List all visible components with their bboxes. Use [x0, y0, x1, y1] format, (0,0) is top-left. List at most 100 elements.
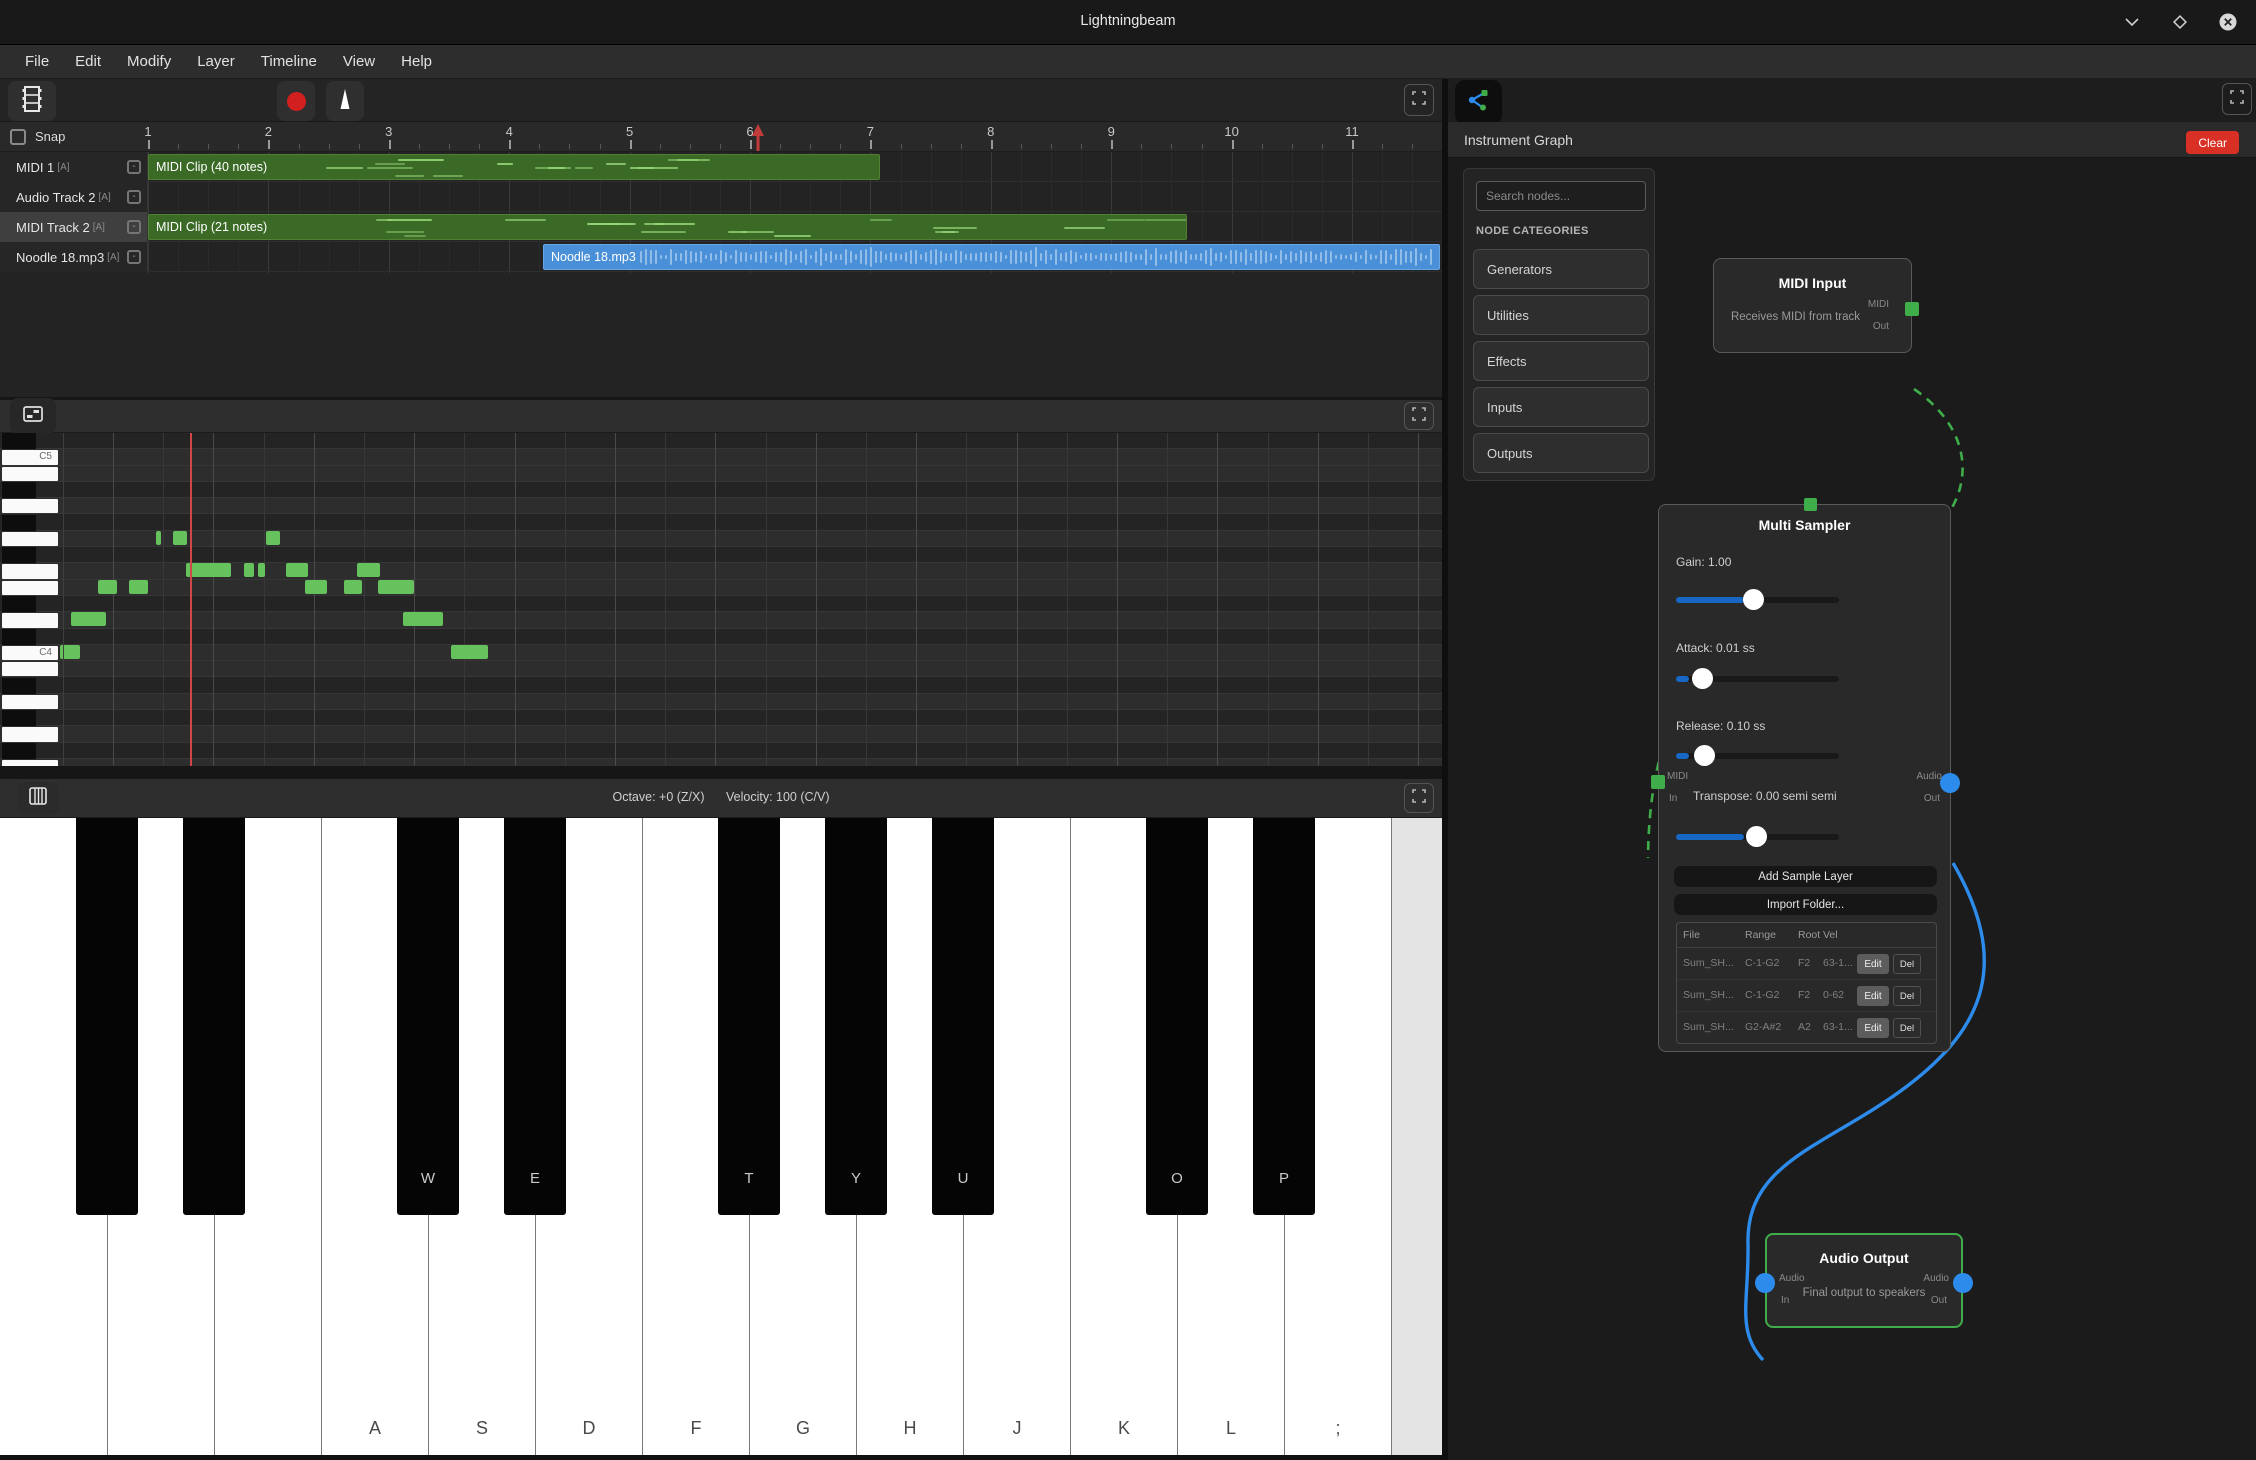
audio-out-port[interactable] — [1953, 1273, 1973, 1293]
pianoroll-row[interactable]: C4 — [0, 645, 1442, 661]
midi-note[interactable] — [357, 563, 380, 577]
pianoroll-row[interactable] — [0, 515, 1442, 531]
black-key-W[interactable]: W — [397, 818, 459, 1215]
menu-item-layer[interactable]: Layer — [186, 49, 246, 74]
mini-black-key[interactable] — [2, 596, 36, 612]
mini-black-key[interactable] — [2, 629, 36, 645]
virtual-keyboard[interactable]: ASDFGHJKL;WETYUOP — [0, 818, 1442, 1460]
track-row[interactable]: Noodle 18.mp3Noodle 18.mp3[A]- — [0, 242, 1442, 272]
track-checkbox[interactable]: - — [127, 190, 141, 204]
category-inputs[interactable]: Inputs — [1473, 387, 1649, 427]
midi-note[interactable] — [344, 580, 362, 594]
mini-white-key[interactable] — [2, 613, 58, 627]
category-effects[interactable]: Effects — [1473, 341, 1649, 381]
delete-sample-button[interactable]: Del — [1893, 986, 1921, 1006]
pianoroll-row[interactable] — [0, 694, 1442, 710]
track-area[interactable]: MIDI Clip (40 notes)MIDI 1[A]-Audio Trac… — [0, 152, 1442, 397]
pianoroll-row[interactable] — [0, 612, 1442, 628]
track-header-midi-track-2[interactable]: MIDI Track 2[A]- — [0, 212, 148, 242]
clip-audio[interactable]: Noodle 18.mp3 — [543, 244, 1440, 270]
clear-graph-button[interactable]: Clear — [2186, 131, 2239, 154]
mini-black-key[interactable] — [2, 743, 36, 759]
edit-sample-button[interactable]: Edit — [1857, 986, 1889, 1006]
node-multi-sampler[interactable]: Multi Sampler Gain: 1.00 Attack: 0.01 ss… — [1658, 504, 1951, 1052]
mini-white-key[interactable] — [2, 581, 58, 595]
pianoroll-row[interactable] — [0, 759, 1442, 766]
mini-white-key[interactable] — [2, 467, 58, 481]
clip-midi[interactable]: MIDI Clip (40 notes) — [148, 154, 880, 180]
pianoroll-layout-button[interactable] — [10, 398, 56, 434]
graph-view-button[interactable] — [1455, 80, 1502, 125]
track-row[interactable]: MIDI Clip (21 notes)MIDI Track 2[A]- — [0, 212, 1442, 242]
track-header-audio-track-2[interactable]: Audio Track 2[A]- — [0, 182, 148, 212]
release-slider-thumb[interactable] — [1694, 745, 1715, 766]
menu-item-timeline[interactable]: Timeline — [250, 49, 328, 74]
midi-note[interactable] — [403, 612, 443, 626]
category-utilities[interactable]: Utilities — [1473, 295, 1649, 335]
pianoroll-grid[interactable]: C5C4 — [0, 433, 1442, 766]
node-midi-input[interactable]: MIDI Input Receives MIDI from track MIDI… — [1713, 258, 1912, 353]
gain-slider-thumb[interactable] — [1743, 589, 1764, 610]
maximize-icon[interactable] — [2168, 10, 2192, 34]
transpose-slider-thumb[interactable] — [1746, 826, 1767, 847]
pianoroll-row[interactable] — [0, 466, 1442, 482]
mini-black-key[interactable] — [2, 710, 36, 726]
black-key-T[interactable]: T — [718, 818, 780, 1215]
pianoroll-row[interactable] — [0, 710, 1442, 726]
midi-note[interactable] — [266, 531, 280, 545]
midi-out-port[interactable] — [1905, 302, 1919, 316]
menu-item-modify[interactable]: Modify — [116, 49, 182, 74]
pianoroll-row[interactable] — [0, 678, 1442, 694]
edit-sample-button[interactable]: Edit — [1857, 954, 1889, 974]
edit-sample-button[interactable]: Edit — [1857, 1018, 1889, 1038]
mini-black-key[interactable] — [2, 515, 36, 531]
delete-sample-button[interactable]: Del — [1893, 954, 1921, 974]
graph-expand-button[interactable] — [2222, 83, 2252, 115]
midi-note[interactable] — [244, 563, 254, 577]
mini-white-key[interactable] — [2, 727, 58, 741]
record-button[interactable] — [277, 81, 315, 121]
midi-note[interactable] — [258, 563, 265, 577]
pianoroll-row[interactable] — [0, 580, 1442, 596]
pianoroll-row[interactable] — [0, 596, 1442, 612]
midi-note[interactable] — [129, 580, 148, 594]
midi-note[interactable] — [156, 531, 161, 545]
film-library-button[interactable] — [8, 81, 56, 121]
delete-sample-button[interactable]: Del — [1893, 1018, 1921, 1038]
transpose-slider[interactable] — [1676, 834, 1839, 840]
metronome-button[interactable] — [326, 81, 364, 121]
midi-note[interactable] — [378, 580, 414, 594]
category-outputs[interactable]: Outputs — [1473, 433, 1649, 473]
white-key-partial[interactable] — [1391, 818, 1442, 1455]
menu-item-help[interactable]: Help — [390, 49, 443, 74]
mini-black-key[interactable] — [2, 547, 36, 563]
midi-note[interactable] — [98, 580, 117, 594]
black-key-U[interactable]: U — [932, 818, 994, 1215]
pianoroll-row[interactable] — [0, 726, 1442, 742]
attack-slider-thumb[interactable] — [1692, 668, 1713, 689]
timeline-expand-button[interactable] — [1404, 84, 1434, 116]
timeline-ruler[interactable]: Snap 1234567891011 — [0, 122, 1442, 152]
pianoroll-row[interactable] — [0, 743, 1442, 759]
midi-note[interactable] — [186, 563, 231, 577]
category-generators[interactable]: Generators — [1473, 249, 1649, 289]
pianoroll-row[interactable] — [0, 482, 1442, 498]
black-key-Y[interactable]: Y — [825, 818, 887, 1215]
black-key[interactable] — [76, 818, 138, 1215]
import-folder-button[interactable]: Import Folder... — [1674, 894, 1937, 915]
audio-in-port[interactable] — [1755, 1273, 1775, 1293]
release-slider[interactable] — [1676, 753, 1839, 759]
pianoroll-row[interactable] — [0, 531, 1442, 547]
track-row[interactable]: MIDI Clip (40 notes)MIDI 1[A]- — [0, 152, 1442, 182]
mini-black-key[interactable] — [2, 482, 36, 498]
midi-note[interactable] — [71, 612, 106, 626]
pianoroll-row[interactable] — [0, 629, 1442, 645]
clip-midi[interactable]: MIDI Clip (21 notes) — [148, 214, 1187, 240]
menu-item-edit[interactable]: Edit — [64, 49, 112, 74]
black-key-O[interactable]: O — [1146, 818, 1208, 1215]
midi-note[interactable] — [173, 531, 187, 545]
add-sample-layer-button[interactable]: Add Sample Layer — [1674, 866, 1937, 887]
gain-slider[interactable] — [1676, 597, 1839, 603]
mini-white-key[interactable] — [2, 499, 58, 513]
pianoroll-row[interactable] — [0, 547, 1442, 563]
